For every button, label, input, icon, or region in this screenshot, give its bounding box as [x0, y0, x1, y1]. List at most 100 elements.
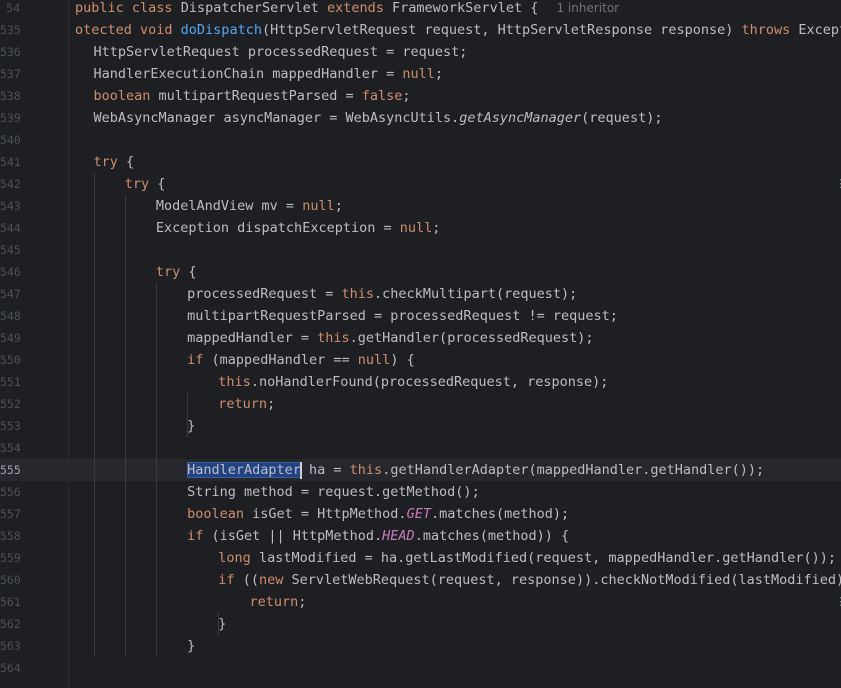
code-token: if [218, 572, 243, 588]
code-text[interactable]: boolean isGet = HttpMethod.GET.matches(m… [187, 503, 569, 525]
code-line[interactable]: 561 return; [0, 591, 841, 613]
code-text[interactable]: long lastModified = ha.getLastModified(r… [218, 547, 836, 569]
code-line[interactable]: 564 [0, 657, 841, 679]
code-line[interactable]: 539 WebAsyncManager asyncManager = WebAsy… [0, 107, 841, 129]
selected-identifier: HandlerAdapter [187, 462, 301, 478]
code-line[interactable]: 547 processedRequest = this.checkMultipar… [0, 283, 841, 305]
code-token: } [187, 418, 196, 434]
code-text[interactable]: String method = request.getMethod(); [187, 481, 480, 503]
code-text[interactable]: if (mappedHandler == null) { [187, 349, 415, 371]
current-code-line[interactable]: 555 HandlerAdapter ha = this.getHandlerAd… [0, 459, 841, 481]
code-text[interactable]: } [187, 635, 195, 657]
code-text[interactable]: processedRequest = this.checkMultipart(r… [187, 283, 577, 305]
code-line[interactable]: 543 ModelAndView mv = null; [0, 195, 841, 217]
code-token: throws [741, 22, 799, 38]
code-line[interactable]: 556 String method = request.getMethod(); [0, 481, 841, 503]
code-token: return [218, 396, 268, 412]
code-line[interactable]: 554 [0, 437, 841, 459]
code-text[interactable]: boolean multipartRequestParsed = false; [94, 85, 411, 107]
code-token: isGet = HttpMethod. [252, 506, 407, 522]
code-line[interactable]: 541 try { [0, 151, 841, 173]
code-token: try [93, 154, 127, 170]
code-line[interactable]: 54 public class DispatcherServlet extends… [0, 0, 841, 19]
inspection-marker-icon[interactable]: ⋮ [835, 173, 841, 195]
indent-guide [217, 613, 219, 635]
code-text[interactable]: try { [94, 151, 135, 173]
code-token: boolean [93, 88, 159, 104]
line-number: 547 [0, 287, 21, 301]
line-number: 550 [0, 353, 21, 367]
code-line[interactable]: 550 if (mappedHandler == null) { [0, 349, 841, 371]
code-editor[interactable]: 54 public class DispatcherServlet extends… [0, 0, 841, 688]
code-text[interactable]: if (isGet || HttpMethod.HEAD.matches(met… [187, 525, 569, 547]
code-text[interactable]: return; [218, 393, 275, 415]
code-token: processedRequest = [187, 286, 342, 302]
code-text[interactable]: try { [125, 173, 166, 195]
code-line[interactable]: 553} [0, 415, 841, 437]
code-text[interactable]: Exception dispatchException = null; [156, 217, 441, 239]
code-token: if [187, 352, 212, 368]
code-line[interactable]: 552 return; [0, 393, 841, 415]
code-token: HEAD [382, 528, 415, 544]
code-text[interactable]: mappedHandler = this.getHandler(processe… [187, 327, 593, 349]
code-line[interactable]: 544 Exception dispatchException = null; [0, 217, 841, 239]
line-number: 539 [0, 111, 21, 125]
inheritors-hint[interactable]: 1 inheritor [556, 1, 619, 15]
line-number: 562 [0, 617, 21, 631]
indent-guide [186, 393, 188, 437]
code-line[interactable]: 540 [0, 129, 841, 151]
inspection-marker-icon[interactable]: ⋮ [835, 591, 841, 613]
code-token: null [302, 198, 335, 214]
code-text[interactable]: } [187, 415, 195, 437]
code-text[interactable]: otected void doDispatch(HttpServletReque… [75, 19, 841, 41]
line-number: 543 [0, 199, 21, 213]
code-line[interactable]: 559 long lastModified = ha.getLastModifie… [0, 547, 841, 569]
line-number: 541 [0, 155, 21, 169]
line-number: 548 [0, 309, 21, 323]
code-token: (isGet || HttpMethod. [211, 528, 383, 544]
code-line[interactable]: 548 multipartRequestParsed = processedReq… [0, 305, 841, 327]
code-text[interactable]: multipartRequestParsed = processedReques… [187, 305, 618, 327]
code-token: ServletWebRequest(request, response)).ch… [291, 572, 841, 588]
code-text[interactable]: try { [156, 261, 197, 283]
line-number: 556 [0, 485, 21, 499]
code-text[interactable]: this.noHandlerFound(processedRequest, re… [218, 371, 608, 393]
code-token: } [187, 638, 196, 654]
code-text[interactable]: public class DispatcherServlet extends F… [75, 0, 619, 19]
code-token: GET [406, 506, 431, 522]
code-text[interactable]: HttpServletRequest processedRequest = re… [94, 41, 468, 63]
code-line[interactable]: 545 [0, 239, 841, 261]
code-text[interactable]: } [218, 613, 226, 635]
code-line[interactable]: 563} [0, 635, 841, 657]
line-number: 54 [6, 1, 20, 15]
code-token: mappedHandler = [187, 330, 318, 346]
code-line[interactable]: 535 otected void doDispatch(HttpServletRe… [0, 19, 841, 41]
code-line[interactable]: 551 this.noHandlerFound(processedRequest,… [0, 371, 841, 393]
code-text[interactable]: HandlerExecutionChain mappedHandler = nu… [94, 63, 444, 85]
line-number: 557 [0, 507, 21, 521]
code-line[interactable]: 557 boolean isGet = HttpMethod.GET.matche… [0, 503, 841, 525]
code-text[interactable]: WebAsyncManager asyncManager = WebAsyncU… [94, 107, 663, 129]
line-number: 553 [0, 419, 21, 433]
line-number: 535 [0, 23, 21, 37]
code-token: ; [267, 396, 276, 412]
code-line[interactable]: 536 HttpServletRequest processedRequest =… [0, 41, 841, 63]
code-token: ModelAndView mv = [155, 198, 303, 214]
code-text[interactable]: HandlerAdapter ha = this.getHandlerAdapt… [187, 459, 764, 481]
code-line[interactable]: 562} [0, 613, 841, 635]
code-line[interactable]: 546 try { [0, 261, 841, 283]
code-line[interactable]: 542 try { [0, 173, 841, 195]
code-line[interactable]: 549 mappedHandler = this.getHandler(proce… [0, 327, 841, 349]
code-text[interactable]: return; [250, 591, 307, 613]
code-text[interactable]: ModelAndView mv = null; [156, 195, 343, 217]
code-text[interactable]: if ((new ServletWebRequest(request, resp… [218, 569, 841, 591]
code-token: doDispatch [180, 22, 262, 38]
line-number: 537 [0, 67, 21, 81]
code-line[interactable]: 537 HandlerExecutionChain mappedHandler =… [0, 63, 841, 85]
code-line[interactable]: 538 boolean multipartRequestParsed = fals… [0, 85, 841, 107]
code-line[interactable]: 558 if (isGet || HttpMethod.HEAD.matches(… [0, 525, 841, 547]
code-token: this [218, 374, 251, 390]
code-token: WebAsyncManager asyncManager = WebAsyncU… [93, 110, 460, 126]
code-line[interactable]: 560 if ((new ServletWebRequest(request, r… [0, 569, 841, 591]
line-number: 559 [0, 551, 21, 565]
